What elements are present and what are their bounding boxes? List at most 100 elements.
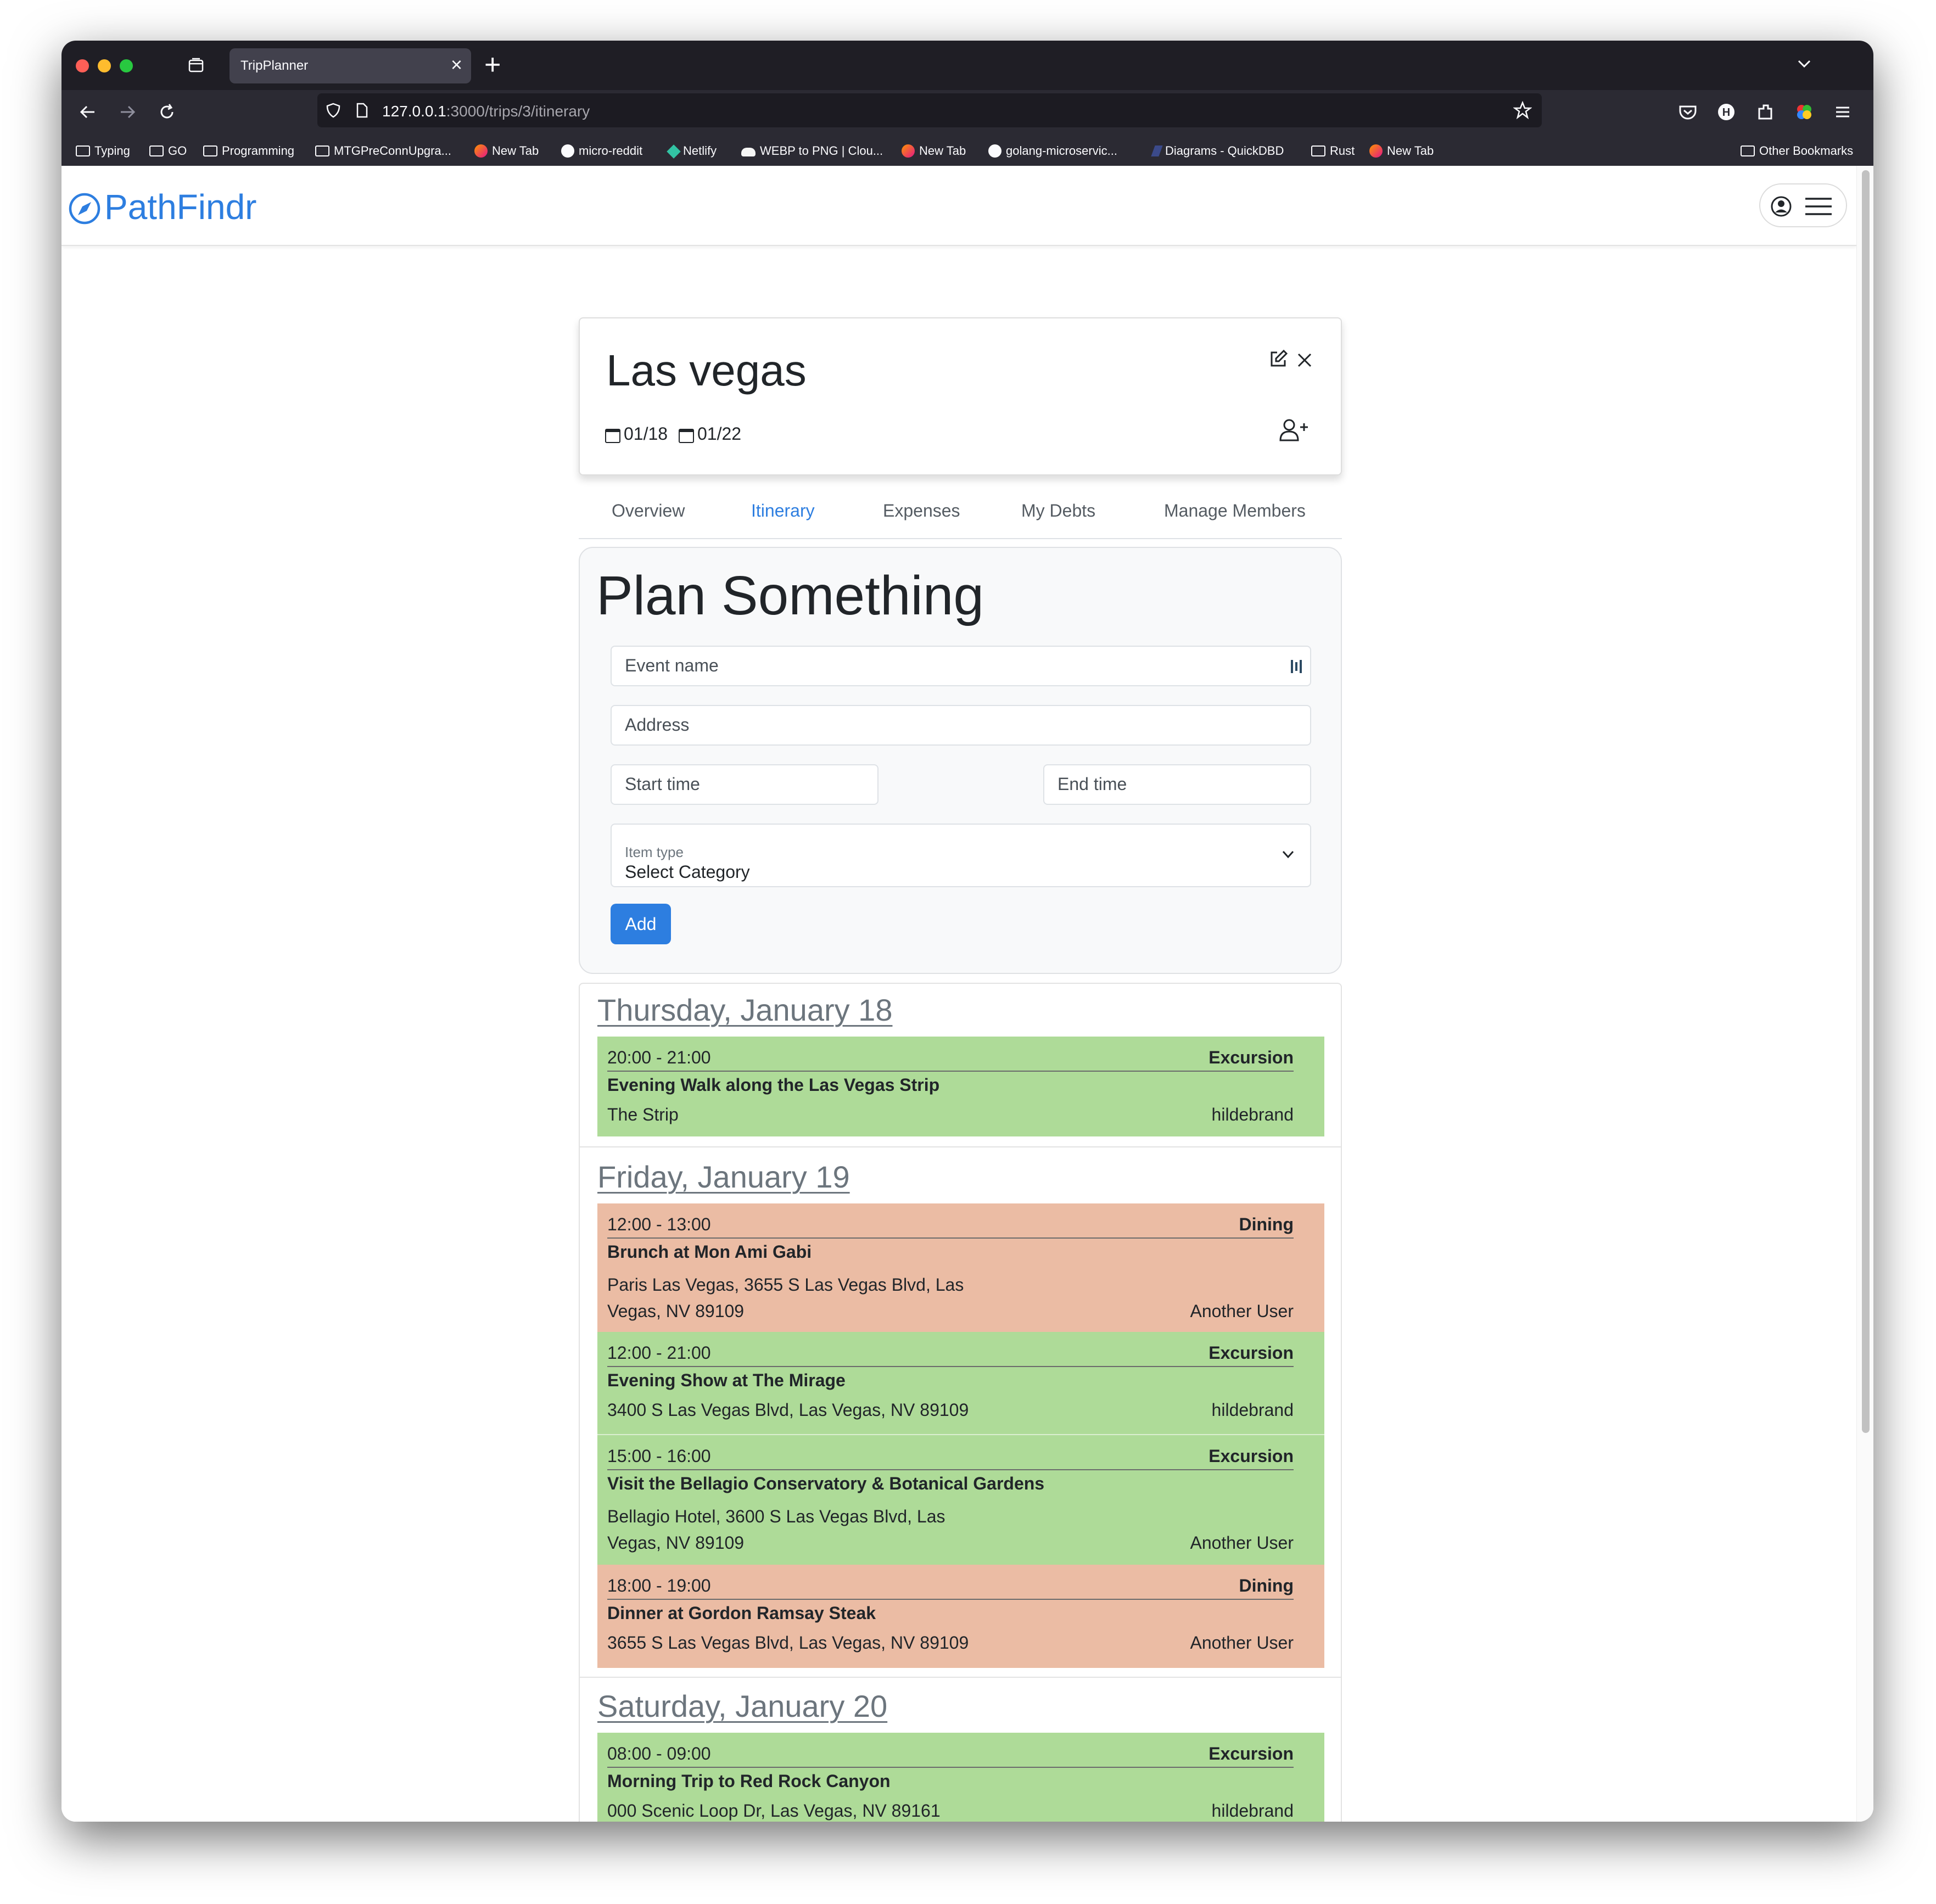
event-time: 12:00 - 13:00 xyxy=(607,1214,711,1234)
address-bar[interactable]: 127.0.0.1:3000/trips/3/itinerary xyxy=(317,93,1542,127)
calendar-icon xyxy=(605,429,620,443)
event-name: Visit the Bellagio Conservatory & Botani… xyxy=(607,1474,1045,1493)
tab-expenses[interactable]: Expenses xyxy=(883,501,960,521)
browser-tab[interactable]: TripPlanner × xyxy=(230,48,471,83)
trip-end-date: 01/22 xyxy=(679,424,741,444)
bookmark-new-tab-2[interactable]: New Tab xyxy=(902,144,966,158)
firefox-icon xyxy=(902,144,915,158)
bookmark-netlify[interactable]: Netlify xyxy=(667,144,717,159)
close-tab-icon[interactable]: × xyxy=(451,54,462,76)
pocket-icon[interactable] xyxy=(1676,100,1700,124)
bookmark-other-bookmarks[interactable]: Other Bookmarks xyxy=(1741,144,1853,158)
scrollbar-thumb[interactable] xyxy=(1862,170,1870,1433)
app-navbar: PathFindr xyxy=(61,166,1857,246)
itinerary-event[interactable]: 15:00 - 16:00 Excursion Visit the Bellag… xyxy=(597,1435,1324,1565)
tab-itinerary[interactable]: Itinerary xyxy=(751,501,815,521)
divider xyxy=(607,1366,1294,1367)
end-time-input[interactable]: End time xyxy=(1043,764,1311,805)
new-tab-button[interactable]: + xyxy=(484,48,501,81)
event-time: 15:00 - 16:00 xyxy=(607,1446,711,1466)
page-content: PathFindr Las vegas 01/18 01/22 Overview… xyxy=(61,166,1873,1822)
quickdbd-icon xyxy=(1151,145,1163,156)
color-picker-icon[interactable] xyxy=(1792,100,1816,124)
event-user: hildebrand xyxy=(1211,1400,1294,1420)
day-heading[interactable]: Thursday, January 18 xyxy=(597,994,892,1027)
close-icon[interactable] xyxy=(1296,351,1313,369)
user-menu-button[interactable] xyxy=(1759,183,1847,227)
folder-icon xyxy=(1741,145,1755,156)
tab-overview-icon[interactable] xyxy=(188,57,204,74)
itinerary-event[interactable]: 12:00 - 21:00 Excursion Evening Show at … xyxy=(597,1332,1324,1435)
address-input[interactable]: Address xyxy=(611,705,1311,746)
compass-icon xyxy=(69,193,100,225)
event-address-line-2: Vegas, NV 89109 xyxy=(607,1301,745,1321)
event-address-line-1: Bellagio Hotel, 3600 S Las Vegas Blvd, L… xyxy=(607,1507,945,1526)
event-name: Brunch at Mon Ami Gabi xyxy=(607,1242,812,1262)
hamburger-icon xyxy=(1805,198,1832,215)
event-user: Another User xyxy=(1190,1633,1294,1653)
app-menu-icon[interactable] xyxy=(1831,100,1855,124)
minimize-window-button[interactable] xyxy=(98,59,111,72)
extension-h-icon[interactable]: H xyxy=(1714,100,1738,124)
password-manager-icon[interactable] xyxy=(1289,658,1305,675)
bookmark-new-tab-3[interactable]: New Tab xyxy=(1369,144,1434,158)
edit-icon[interactable] xyxy=(1268,349,1288,369)
reload-icon[interactable] xyxy=(155,100,179,124)
item-type-select[interactable]: Item type Select Category xyxy=(611,824,1311,887)
event-type: Excursion xyxy=(1208,1744,1294,1763)
folder-icon xyxy=(203,145,217,156)
divider xyxy=(607,1237,1294,1239)
event-type: Excursion xyxy=(1208,1048,1294,1067)
event-address-line-2: Vegas, NV 89109 xyxy=(607,1533,745,1553)
event-address: 000 Scenic Loop Dr, Las Vegas, NV 89161 xyxy=(607,1801,941,1821)
forward-arrow-icon[interactable] xyxy=(115,100,139,124)
tab-strip: TripPlanner × + xyxy=(61,41,1873,90)
back-arrow-icon[interactable] xyxy=(76,100,100,124)
browser-window: TripPlanner × + 127.0.0.1:3000/trips/3/i… xyxy=(61,41,1873,1822)
bookmark-go[interactable]: GO xyxy=(149,144,187,158)
event-user: Another User xyxy=(1190,1301,1294,1321)
tab-list-chevron-icon[interactable] xyxy=(1794,54,1814,74)
event-address-line-1: Paris Las Vegas, 3655 S Las Vegas Blvd, … xyxy=(607,1275,964,1295)
bookmarks-toolbar: Typing GO Programming MTGPreConnUpgra...… xyxy=(61,134,1873,166)
maximize-window-button[interactable] xyxy=(120,59,133,72)
event-name-input[interactable]: Event name xyxy=(611,646,1311,686)
event-name: Dinner at Gordon Ramsay Steak xyxy=(607,1603,876,1623)
bookmark-webp-to-png[interactable]: WEBP to PNG | Clou... xyxy=(741,144,883,158)
bookmark-golang-microservices[interactable]: golang-microservic... xyxy=(988,144,1117,158)
shield-icon[interactable] xyxy=(325,102,342,119)
bookmark-mtgpreconn[interactable]: MTGPreConnUpgra... xyxy=(315,144,451,158)
cloud-icon xyxy=(741,148,756,156)
tab-manage-members[interactable]: Manage Members xyxy=(1164,501,1306,521)
folder-icon xyxy=(1311,145,1325,156)
start-time-input[interactable]: Start time xyxy=(611,764,879,805)
itinerary-event[interactable]: 12:00 - 13:00 Dining Brunch at Mon Ami G… xyxy=(597,1203,1324,1332)
itinerary-event[interactable]: 20:00 - 21:00 Excursion Evening Walk alo… xyxy=(597,1037,1324,1136)
calendar-icon xyxy=(679,429,694,443)
bookmark-quickdbd[interactable]: Diagrams - QuickDBD xyxy=(1151,144,1284,158)
close-window-button[interactable] xyxy=(76,59,89,72)
brand-logo[interactable]: PathFindr xyxy=(104,188,256,226)
itinerary-event[interactable]: 08:00 - 09:00 Excursion Morning Trip to … xyxy=(597,1733,1324,1822)
tab-overview[interactable]: Overview xyxy=(612,501,685,521)
day-heading[interactable]: Friday, January 19 xyxy=(597,1161,850,1194)
bookmark-micro-reddit[interactable]: micro-reddit xyxy=(561,144,642,158)
day-heading[interactable]: Saturday, January 20 xyxy=(597,1690,887,1723)
event-user: hildebrand xyxy=(1211,1105,1294,1124)
add-button[interactable]: Add xyxy=(611,904,671,944)
svg-text:H: H xyxy=(1722,107,1730,119)
bookmark-programming[interactable]: Programming xyxy=(203,144,294,158)
bookmark-rust[interactable]: Rust xyxy=(1311,144,1355,158)
bookmark-star-icon[interactable] xyxy=(1513,101,1532,120)
day-divider xyxy=(580,1677,1341,1678)
page-scrollbar[interactable] xyxy=(1856,166,1873,1822)
tab-my-debts[interactable]: My Debts xyxy=(1021,501,1095,521)
itinerary-event[interactable]: 18:00 - 19:00 Dining Dinner at Gordon Ra… xyxy=(597,1565,1324,1668)
bookmark-new-tab-1[interactable]: New Tab xyxy=(474,144,539,158)
add-member-icon[interactable] xyxy=(1278,417,1309,444)
day-divider xyxy=(580,1146,1341,1147)
bookmark-typing[interactable]: Typing xyxy=(76,144,130,158)
extensions-puzzle-icon[interactable] xyxy=(1754,100,1778,124)
event-user: Another User xyxy=(1190,1533,1294,1553)
firefox-icon xyxy=(474,144,488,158)
